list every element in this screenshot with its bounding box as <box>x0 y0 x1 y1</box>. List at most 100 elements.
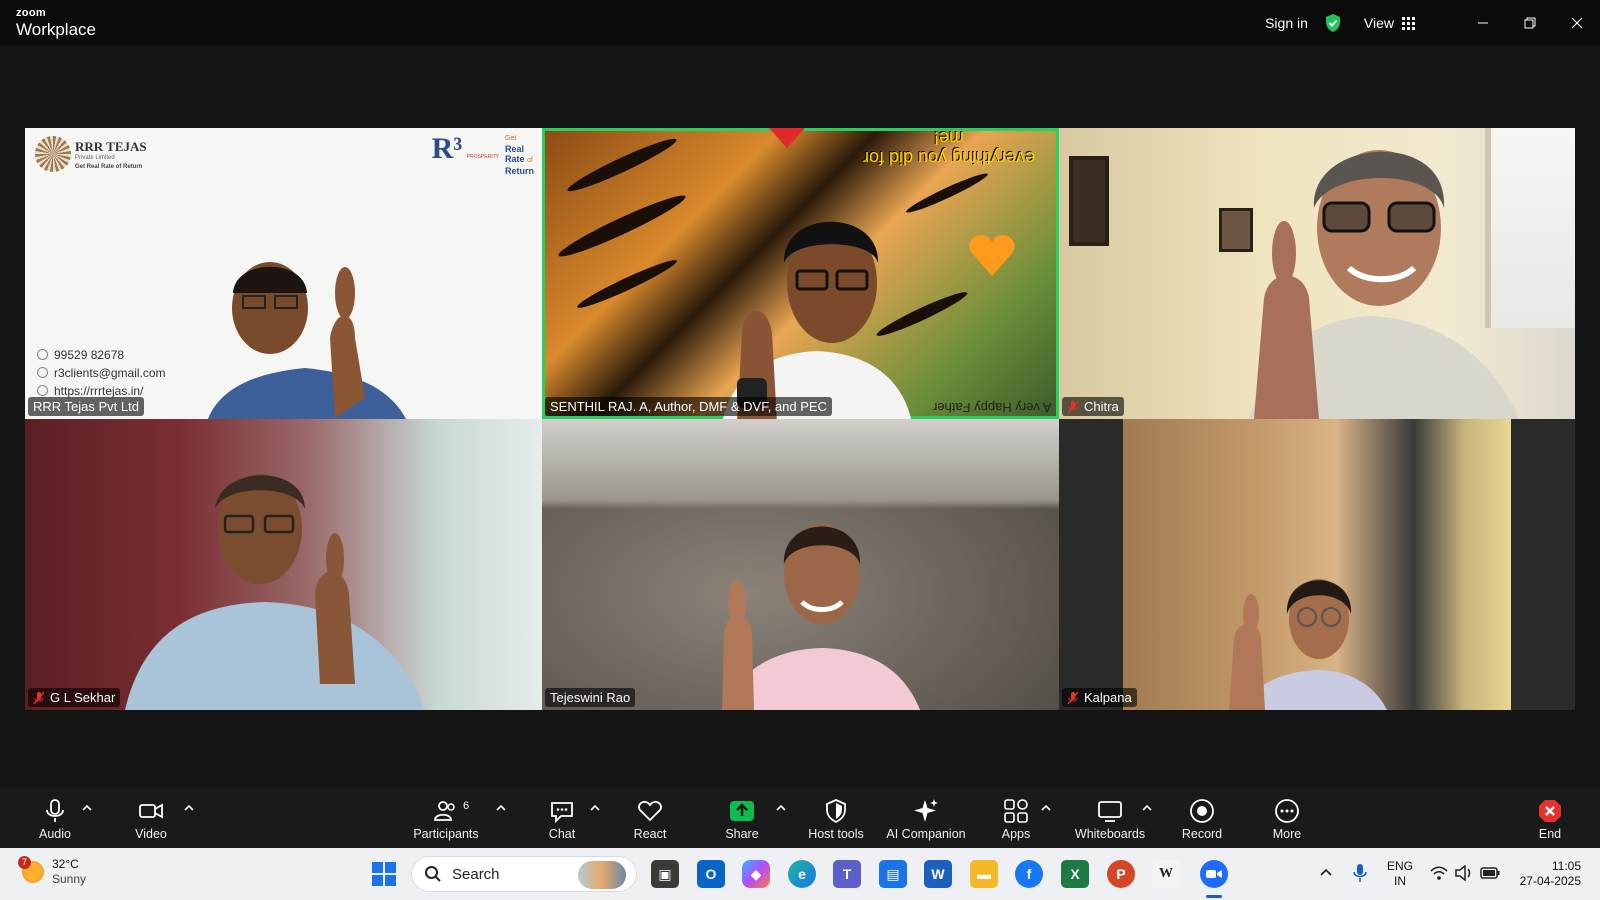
whiteboards-options-chevron-icon[interactable] <box>1142 804 1152 812</box>
r3-mark-icon: R³ <box>431 132 463 165</box>
windows-taskbar: 7 32°C Sunny Search ▣ O ◆ e T ▤ W ▬ f X … <box>0 848 1600 900</box>
react-button[interactable]: React <box>630 788 670 848</box>
participants-icon <box>434 801 455 821</box>
excel-icon[interactable]: X <box>1061 860 1089 888</box>
participants-options-chevron-icon[interactable] <box>496 804 506 812</box>
security-shield-icon[interactable] <box>1324 13 1342 33</box>
battery-icon[interactable] <box>1480 866 1500 880</box>
apps-button[interactable]: Apps <box>995 788 1037 848</box>
email-icon <box>37 367 48 378</box>
minimize-icon <box>1477 22 1488 24</box>
teams-icon[interactable]: T <box>833 860 861 888</box>
chat-options-chevron-icon[interactable] <box>590 804 600 812</box>
restore-icon <box>1524 17 1535 29</box>
language-indicator[interactable]: ENG IN <box>1387 859 1413 889</box>
task-view-icon[interactable]: ▣ <box>651 860 679 888</box>
microphone-tray-icon[interactable] <box>1353 863 1367 883</box>
whiteboards-button[interactable]: Whiteboards <box>1070 788 1150 848</box>
company-sub: Private Limited <box>75 154 115 161</box>
copilot-icon[interactable]: ◆ <box>742 860 770 888</box>
more-button[interactable]: More <box>1267 788 1307 848</box>
r3-get: Get <box>505 135 517 142</box>
participant-name-label: Chitra <box>1062 397 1124 416</box>
volume-icon[interactable] <box>1455 865 1473 881</box>
chat-button[interactable]: Chat <box>543 788 581 848</box>
edge-browser-icon[interactable]: e <box>788 860 816 888</box>
search-highlight-icon <box>578 861 626 889</box>
weather-widget[interactable]: 7 32°C Sunny <box>18 856 87 887</box>
video-tile-rrr-tejas[interactable]: RRR TEJAS Private Limited Get Real Rate … <box>25 128 542 419</box>
store-icon[interactable]: ▤ <box>879 860 907 888</box>
video-tile-kalpana[interactable]: Kalpana <box>1059 419 1575 710</box>
share-label: Share <box>725 827 759 841</box>
title-bar: zoom Workplace Sign in View <box>0 0 1600 46</box>
video-tile-senthil[interactable]: everything you did for me! A very Happy … <box>542 128 1059 419</box>
minimize-button[interactable] <box>1459 0 1506 46</box>
participants-button[interactable]: Participants <box>408 788 484 848</box>
weather-condition: Sunny <box>52 872 87 886</box>
video-tile-chitra[interactable]: Chitra <box>1059 128 1575 419</box>
apps-options-chevron-icon[interactable] <box>1041 804 1051 812</box>
web-icon <box>37 385 48 396</box>
react-label: React <box>633 827 667 841</box>
powerpoint-icon[interactable]: P <box>1107 860 1135 888</box>
participants-label: Participants <box>413 827 479 841</box>
facebook-icon[interactable]: f <box>1015 860 1043 888</box>
mandala-logo-icon <box>35 136 71 172</box>
record-icon <box>1190 799 1214 823</box>
show-hidden-icons-chevron-icon[interactable] <box>1320 868 1332 876</box>
app-logo: zoom Workplace <box>16 8 96 39</box>
outlook-icon[interactable]: O <box>697 860 725 888</box>
contact-phone: 99529 82678 <box>54 348 125 362</box>
video-button[interactable]: Video <box>130 788 172 848</box>
word-icon[interactable]: W <box>924 860 952 888</box>
audio-button[interactable]: Audio <box>34 788 76 848</box>
background-quote: everything you did for me! <box>862 128 1036 168</box>
share-button[interactable]: Share <box>722 788 762 848</box>
audio-options-chevron-icon[interactable] <box>82 804 92 812</box>
r3-logo: R³ PROSPERITY Get Real Rate of Return <box>431 132 534 177</box>
wall-picture <box>1069 156 1109 246</box>
participant-video-image <box>722 524 920 710</box>
system-clock[interactable]: 11:05 27-04-2025 <box>1515 859 1581 889</box>
participant-name: RRR Tejas Pvt Ltd <box>33 399 139 414</box>
active-app-indicator <box>1206 895 1222 898</box>
phone-icon <box>37 349 48 360</box>
participants-count: 6 <box>463 800 470 812</box>
share-options-chevron-icon[interactable] <box>776 804 786 812</box>
orange-heart-icon <box>969 235 1015 276</box>
participant-name-label: G L Sekhar <box>28 688 121 707</box>
record-button[interactable]: Record <box>1178 788 1226 848</box>
whiteboards-label: Whiteboards <box>1074 827 1146 841</box>
taskbar-search-box[interactable]: Search <box>411 856 637 892</box>
windows-start-icon[interactable] <box>372 862 396 886</box>
muted-mic-icon <box>1067 691 1079 704</box>
company-tagline: Get Real Rate of Return <box>75 163 143 170</box>
video-options-chevron-icon[interactable] <box>184 804 194 812</box>
view-button[interactable]: View <box>1364 15 1415 31</box>
close-button[interactable] <box>1553 0 1600 46</box>
video-tile-gl-sekhar[interactable]: G L Sekhar <box>25 419 542 710</box>
r3-rate: Rate <box>505 154 525 164</box>
video-tile-tejeswini-rao[interactable]: Tejeswini Rao <box>542 419 1059 710</box>
participant-name-label: SENTHIL RAJ. A, Author, DMF & DVF, and P… <box>545 397 832 416</box>
zoom-app-icon[interactable] <box>1200 860 1228 888</box>
wifi-icon[interactable] <box>1430 865 1448 881</box>
record-label: Record <box>1181 827 1223 841</box>
whiteboard-icon <box>1098 801 1122 822</box>
file-explorer-icon[interactable]: ▬ <box>970 860 998 888</box>
participant-video-image <box>1249 150 1519 419</box>
restore-button[interactable] <box>1506 0 1553 46</box>
sign-in-link[interactable]: Sign in <box>1265 15 1308 31</box>
tiger-stripe <box>555 189 689 263</box>
end-meeting-button[interactable]: End <box>1530 788 1570 848</box>
more-icon <box>1275 799 1299 823</box>
heart-react-icon <box>638 801 662 822</box>
host-tools-button[interactable]: Host tools <box>806 788 866 848</box>
tiger-stripe <box>574 255 680 313</box>
ai-companion-button[interactable]: AI Companion <box>884 788 968 848</box>
contact-email: r3clients@gmail.com <box>54 366 166 380</box>
contact-web: https://rrrtejas.in/ <box>54 384 144 398</box>
sunny-weather-icon: 7 <box>18 856 44 883</box>
wikipedia-icon[interactable]: W <box>1152 860 1180 888</box>
